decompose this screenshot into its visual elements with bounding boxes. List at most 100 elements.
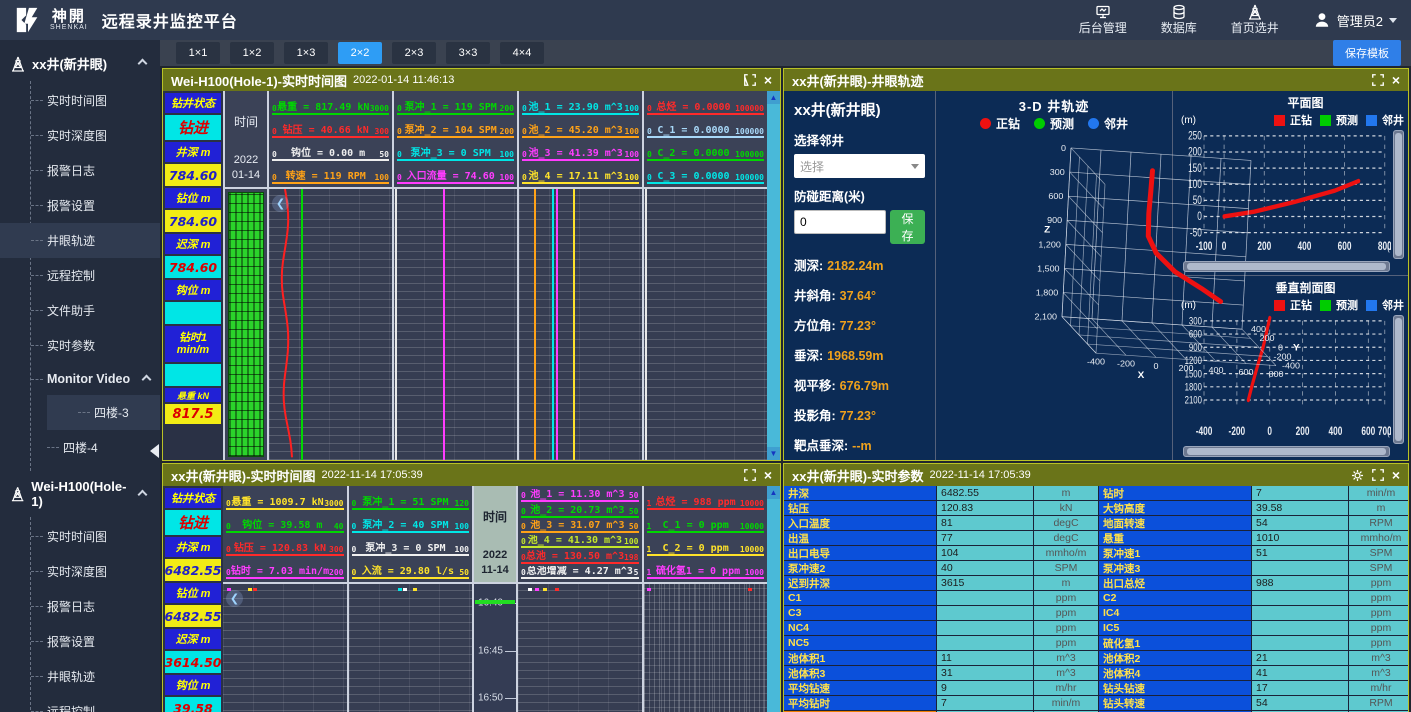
sidebar-item-报警设置[interactable]: 报警设置 [31,188,160,223]
sidebar-item-报警设置[interactable]: 报警设置 [31,624,160,659]
nav-label: 数据库 [1161,21,1197,37]
curve-track: 0泵冲_1 = 51 SPM1200泵冲_2 = 40 SPM1000泵冲_3 … [349,486,473,712]
sidebar-item-远程控制[interactable]: 远程控制 [31,694,160,712]
scroll-up-icon[interactable]: ▲ [767,486,780,499]
nav-item-database[interactable]: 数据库 [1161,4,1197,37]
sidebar-item-报警日志[interactable]: 报警日志 [31,153,160,188]
offset-well-select[interactable]: 选择 [794,154,925,178]
chart-scrollbar[interactable]: ▲ ▼ [767,91,780,460]
distance-input[interactable] [794,210,886,234]
scroll-left-button[interactable]: ❮ [226,590,243,607]
param-unit: m [1034,576,1098,590]
param-value [1252,591,1348,605]
sidebar-item-label: Monitor Video [47,372,130,386]
well-label: xx井(新井眼) [32,54,107,73]
sidebar-collapse-handle[interactable] [150,444,159,458]
user-menu[interactable]: 管理员2 [1313,11,1397,30]
sidebar-item-Monitor Video[interactable]: Monitor Video [31,363,160,395]
layout-button-2×3[interactable]: 2×3 [392,42,436,64]
svg-text:-200: -200 [1117,359,1135,369]
param-value: 41 [1252,666,1348,680]
nav-item-backend[interactable]: 后台管理 [1079,4,1127,37]
param-label: C2 [1099,591,1251,605]
sidebar-item-实时参数[interactable]: 实时参数 [31,328,160,363]
derrick-icon [10,486,25,502]
stat-label: 测深: [794,259,823,273]
layout-button-1×1[interactable]: 1×1 [176,42,220,64]
layout-button-3×3[interactable]: 3×3 [446,42,490,64]
tree-connector [78,412,90,413]
sidebar-item-四楼-4[interactable]: 四楼-4 [47,430,160,465]
sidebar-item-label: 实时时间图 [47,92,107,109]
layout-button-1×2[interactable]: 1×2 [230,42,274,64]
curve-track: 0池_1 = 23.90 m^31000池_2 = 45.20 m^31000池… [519,91,644,460]
sidebar-item-远程控制[interactable]: 远程控制 [31,258,160,293]
chevron-up-icon [138,59,148,69]
sensor-label: 钩位 m [165,675,221,695]
horizontal-scrollbar[interactable] [1183,261,1390,272]
data-dot [248,588,252,591]
svg-text:(m): (m) [1387,426,1391,439]
chart-title: 3-D 井轨迹 [936,96,1172,115]
panel-titlebar: xx井(新井眼)-井眼轨迹 × [784,69,1408,91]
close-icon[interactable]: × [1392,468,1400,482]
expand-icon[interactable] [1372,74,1384,86]
user-name: 管理员2 [1337,11,1383,30]
expand-icon[interactable] [744,74,756,86]
panel-realtime-chart-wei: Wei-H100(Hole-1)-实时时间图 2022-01-14 11:46:… [162,68,781,461]
sidebar-item-实时时间图[interactable]: 实时时间图 [31,519,160,554]
nav-item-home[interactable]: 首页选井 [1231,4,1279,37]
sensor-value [165,302,221,324]
gear-icon[interactable] [1351,469,1364,482]
scroll-left-button[interactable]: ❮ [272,195,289,212]
sidebar-tree: 实时时间图实时深度图报警日志报警设置井眼轨迹远程控制文件助手实时参数Monito… [30,81,160,471]
chart-scrollbar[interactable]: ▲ ▼ [767,486,780,712]
save-template-button[interactable]: 保存模板 [1333,40,1401,66]
vertical-scrollbar[interactable] [1393,130,1404,259]
sidebar-item-井眼轨迹[interactable]: 井眼轨迹 [31,659,160,694]
svg-text:-400: -400 [1196,426,1213,439]
layout-button-1×3[interactable]: 1×3 [284,42,328,64]
curve-line [395,189,397,460]
curve-legend: 0钻时 = 7.03 min/m200 [226,558,344,579]
horizontal-scrollbar[interactable] [1183,446,1390,457]
param-value: 1010 [1252,531,1348,545]
sidebar-item-四楼-3[interactable]: 四楼-3 [47,395,160,430]
param-unit: degC [1034,531,1098,545]
param-unit: m^3 [1034,651,1098,665]
sensor-column: 钻井状态钻进井深 m6482.55钻位 m6482.55迟深 m3614.50钩… [163,486,223,712]
sidebar-well-Wei-H100(Hole-1)[interactable]: Wei-H100(Hole-1) [0,471,160,517]
sidebar-item-井眼轨迹[interactable]: 井眼轨迹 [0,223,160,258]
select-offset-well-label: 选择邻井 [794,130,925,149]
scroll-up-icon[interactable]: ▲ [767,91,780,104]
sidebar-item-实时深度图[interactable]: 实时深度图 [31,118,160,153]
sidebar-well-xx井(新井眼)[interactable]: xx井(新井眼) [0,46,160,81]
param-label: 大钩高度 [1099,501,1251,515]
sidebar-item-文件助手[interactable]: 文件助手 [31,293,160,328]
curve-line [573,189,575,460]
param-value: 31 [937,666,1033,680]
sidebar-item-实时时间图[interactable]: 实时时间图 [31,83,160,118]
sidebar-item-实时深度图[interactable]: 实时深度图 [31,554,160,589]
curve-legend: 0池_3 = 31.07 m^350 [521,520,639,533]
close-icon[interactable]: × [1392,73,1400,87]
track-plot [519,189,642,460]
data-dot [398,588,402,591]
expand-icon[interactable] [1372,469,1384,481]
curve-legend: 1总烃 = 988 ppm10000 [647,489,765,510]
sidebar-item-报警日志[interactable]: 报警日志 [31,589,160,624]
save-distance-button[interactable]: 保存 [890,210,925,244]
svg-text:2100: 2100 [1185,394,1202,407]
expand-icon[interactable] [744,469,756,481]
close-icon[interactable]: × [764,468,772,482]
curve-legend: 0泵冲_1 = 119 SPM200 [397,94,514,115]
layout-button-2×2[interactable]: 2×2 [338,42,382,64]
scroll-down-icon[interactable]: ▼ [767,447,780,460]
curve-legend: 1C_2 = 0 ppm10000 [647,535,765,556]
curve-legend: 0C_3 = 0.0000100000 [647,163,764,184]
layout-button-4×4[interactable]: 4×4 [500,42,544,64]
sidebar: xx井(新井眼)实时时间图实时深度图报警日志报警设置井眼轨迹远程控制文件助手实时… [0,40,160,712]
panel-well-trajectory: xx井(新井眼)-井眼轨迹 × xx井(新井眼) 选择邻井 选择 [783,68,1409,461]
vertical-scrollbar[interactable] [1393,315,1404,444]
close-icon[interactable]: × [764,73,772,87]
